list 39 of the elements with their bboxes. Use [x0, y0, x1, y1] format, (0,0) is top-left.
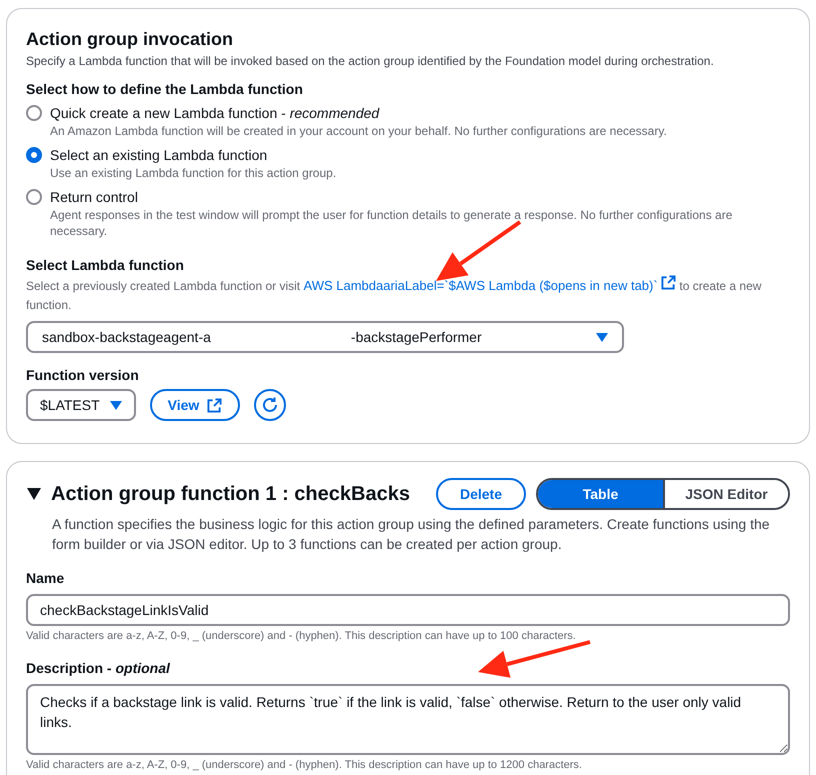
- select-value: -backstagePerformer: [350, 329, 482, 345]
- radio-label[interactable]: Return control: [50, 187, 790, 207]
- refresh-icon: [261, 396, 280, 414]
- radio-button[interactable]: [26, 105, 42, 121]
- option-description: Use an existing Lambda function for this action group.: [50, 165, 338, 181]
- radio-label[interactable]: Select an existing Lambda function: [50, 145, 790, 165]
- lambda-select[interactable]: sandbox-backstageagent-a -backstagePerformer: [26, 321, 624, 353]
- refresh-button[interactable]: [254, 389, 286, 421]
- option-description: Agent responses in the test window will prompt the user for function details to generate a response. No further configurations are necessary.: [50, 207, 734, 239]
- mode-tab[interactable]: Table: [538, 480, 663, 508]
- section-title: Action group invocation: [26, 28, 234, 51]
- option-description: An Amazon Lambda function will be created in your account on your behalf. No further configurations are necessary.: [50, 123, 668, 139]
- field-label: Description - optional: [26, 659, 171, 678]
- function-description: A function specifies the business logic for this action group using the defined parameters. Create functions using the form builder or via JSON editor. Up to 3 functions can be created per action group.: [52, 515, 771, 554]
- select-value: sandbox-backstageagent-a: [42, 329, 211, 345]
- mode-tab[interactable]: JSON Editor: [663, 480, 788, 508]
- description-field[interactable]: Checks if a backstage link is valid. Returns `true` if the link is valid, `false` otherwise. Return to the user only valid links.: [26, 684, 790, 755]
- section-description: Specify a Lambda function that will be invoked based on the action group identified by the Foundation model during orchestration.: [26, 53, 715, 69]
- external-link-icon: [661, 275, 676, 290]
- field-label: Function version: [26, 366, 140, 385]
- delete-button[interactable]: Delete: [436, 478, 526, 510]
- field-label: Select how to define the Lambda function: [26, 80, 304, 99]
- lambda-link[interactable]: AWS LambdaariaLabel=`$AWS Lambda ($opens in new tab)`: [304, 278, 658, 293]
- radio-button[interactable]: [26, 147, 42, 163]
- function-title: Action group function 1 : checkBacks: [51, 482, 411, 506]
- radio-label[interactable]: Quick create a new Lambda function - recommended: [50, 103, 790, 123]
- external-link-icon: [207, 398, 222, 412]
- field-hint: Select a previously created Lambda function or visit AWS LambdaariaLabel=`$AWS Lambda ($opens in new tab)` to create a new function.: [26, 275, 790, 315]
- version-select[interactable]: $LATEST: [26, 389, 136, 421]
- caret-icon: [110, 400, 122, 410]
- field-hint: Valid characters are a-z, A-Z, 0-9, _ (underscore) and - (hyphen). This description can have up to 100 characters.: [26, 629, 577, 644]
- field-label: Name: [26, 569, 66, 588]
- field-label: Select Lambda function: [26, 256, 185, 275]
- radio-button[interactable]: [26, 189, 42, 205]
- name-field[interactable]: checkBackstageLinkIsValid: [26, 594, 790, 626]
- caret-icon: [596, 332, 608, 342]
- view-button[interactable]: View: [150, 389, 240, 421]
- collapse-caret-icon[interactable]: [27, 488, 41, 500]
- field-hint: Valid characters are a-z, A-Z, 0-9, _ (underscore) and - (hyphen). This description can have up to 1200 characters.: [26, 758, 583, 773]
